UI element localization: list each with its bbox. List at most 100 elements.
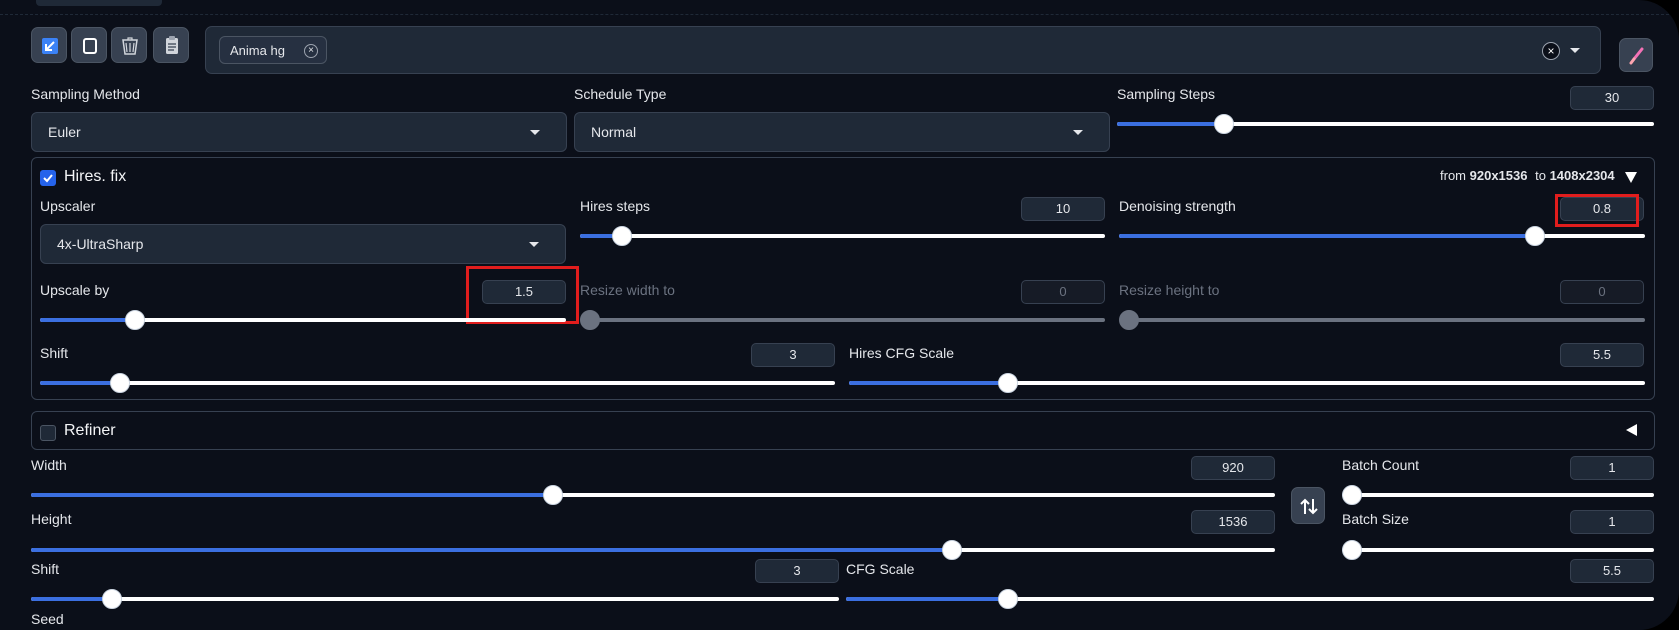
slider-thumb[interactable] [1119,310,1139,330]
highlight-upscale-box [466,266,579,324]
resize-height-slider[interactable] [1119,310,1645,330]
hires-cfg-input[interactable]: 5.5 [1560,343,1644,367]
slider-fill [31,548,952,552]
sampling-steps-label: Sampling Steps [1117,86,1216,102]
batch-size-label: Batch Size [1342,511,1409,527]
checkmark-icon [43,174,53,183]
edit-styles-button[interactable] [1619,38,1653,72]
upscale-by-slider[interactable] [40,310,566,330]
chip-remove-icon[interactable]: × [304,44,318,58]
slider-fill [846,597,1008,601]
batch-count-label: Batch Count [1342,457,1420,473]
hires-shift-slider[interactable] [40,373,835,393]
height-label: Height [31,511,72,527]
height-slider[interactable] [31,540,1275,560]
height-input[interactable]: 1536 [1191,510,1275,534]
upscaler-label: Upscaler [40,198,96,214]
send-to-prompt-button[interactable] [31,27,67,63]
hires-steps-input[interactable]: 10 [1021,197,1105,221]
cfg-scale-label: CFG Scale [846,561,915,577]
style-chip-label: Anima hg [230,43,285,58]
sampling-steps-slider[interactable] [1117,114,1654,134]
resize-height-label: Resize height to [1119,282,1220,298]
denoising-strength-label: Denoising strength [1119,198,1236,214]
resize-height-input[interactable]: 0 [1560,280,1644,304]
hires-steps-slider[interactable] [580,226,1105,246]
schedule-type-label: Schedule Type [574,86,667,102]
refiner-checkbox[interactable] [40,425,56,441]
square-icon [83,38,97,54]
slider-thumb[interactable] [997,589,1018,609]
resize-width-label: Resize width to [580,282,675,298]
style-chip: Anima hg × [219,36,327,64]
shift-slider[interactable] [31,589,839,609]
cfg-scale-slider[interactable] [846,589,1654,609]
clear-all-icon[interactable]: × [1542,42,1560,60]
slider-fill [40,318,135,322]
styles-dropdown[interactable]: Anima hg × × [205,26,1601,74]
refiner-title: Refiner [64,422,116,439]
denoising-strength-slider[interactable] [1119,226,1645,246]
schedule-type-value: Normal [591,124,637,140]
info-from: from [1440,168,1466,183]
slider-thumb[interactable] [543,485,564,505]
slider-thumb[interactable] [1524,226,1545,246]
trash-icon [122,37,138,55]
seed-label: Seed [31,611,64,627]
hires-fix-panel [31,157,1655,400]
slider-thumb[interactable] [1214,114,1235,134]
slider-thumb[interactable] [1342,540,1362,560]
shift-input[interactable]: 3 [755,559,839,583]
delete-button[interactable] [111,27,147,63]
upscaler-select[interactable]: 4x-UltraSharp [40,224,566,264]
clear-button[interactable] [71,27,107,63]
info-from-size: 920x1536 [1469,168,1528,183]
highlight-denoising-box [1555,194,1639,227]
shift-label: Shift [31,561,60,577]
app-frame: Anima hg × × Sampling Method Euler Sched… [0,0,1679,630]
slider-thumb[interactable] [109,373,130,393]
swap-dimensions-button[interactable] [1291,487,1325,524]
batch-count-slider[interactable] [1342,485,1654,505]
batch-size-slider[interactable] [1342,540,1654,560]
slider-fill [31,493,554,497]
slider-fill [40,381,120,385]
upscale-by-label: Upscale by [40,282,110,298]
resize-width-slider[interactable] [580,310,1105,330]
hires-shift-label: Shift [40,345,69,361]
upscaler-value: 4x-UltraSharp [57,236,144,252]
sampling-method-select[interactable]: Euler [31,112,567,152]
sampling-method-label: Sampling Method [31,86,140,102]
paste-button[interactable] [153,27,189,63]
hires-cfg-slider[interactable] [849,373,1645,393]
width-slider[interactable] [31,485,1275,505]
refiner-panel [31,411,1655,450]
cfg-scale-input[interactable]: 5.5 [1570,559,1654,583]
top-tab-stub [36,0,162,6]
slider-fill [849,381,1009,385]
hires-fix-checkbox[interactable] [40,170,56,186]
collapse-triangle-icon[interactable] [1625,172,1637,183]
hires-steps-label: Hires steps [580,198,651,214]
slider-thumb[interactable] [101,589,122,609]
top-divider [0,14,1679,15]
hires-shift-input[interactable]: 3 [751,343,835,367]
slider-thumb[interactable] [1342,485,1362,505]
slider-thumb[interactable] [941,540,962,560]
sampling-steps-input[interactable]: 30 [1570,86,1654,110]
batch-size-input[interactable]: 1 [1570,510,1654,534]
schedule-type-select[interactable]: Normal [574,112,1110,152]
slider-thumb[interactable] [124,310,145,330]
batch-count-input[interactable]: 1 [1570,456,1654,480]
resize-width-input[interactable]: 0 [1021,280,1105,304]
chevron-down-icon[interactable] [1570,48,1580,53]
slider-thumb[interactable] [580,310,600,330]
chevron-down-icon [529,242,539,247]
expand-triangle-icon[interactable] [1626,424,1637,436]
chevron-down-icon [530,130,540,135]
width-input[interactable]: 920 [1191,456,1275,480]
swap-vertical-icon [1300,498,1318,515]
chevron-down-icon [1073,130,1083,135]
hires-cfg-label: Hires CFG Scale [849,345,955,361]
slider-thumb[interactable] [612,226,632,246]
